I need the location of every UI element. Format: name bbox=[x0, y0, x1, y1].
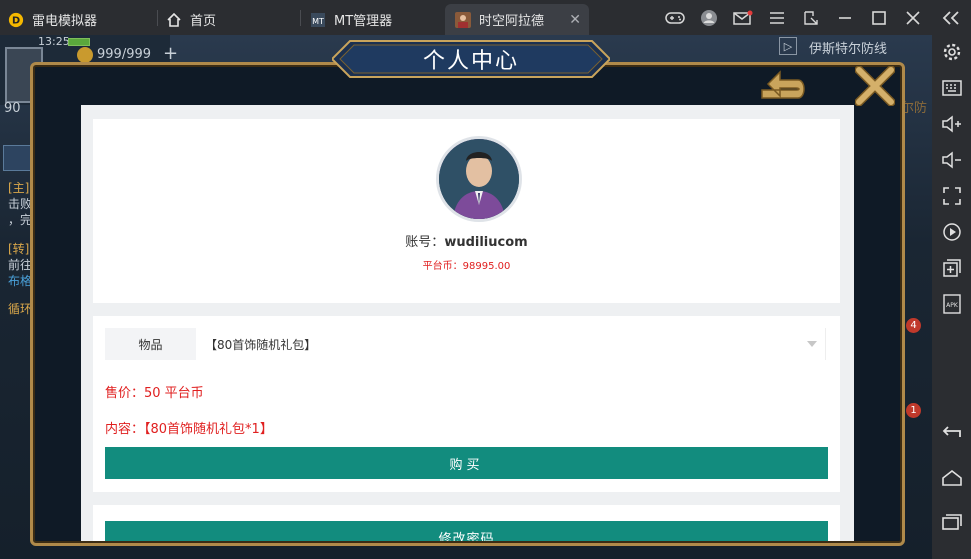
package-content-text: 内容：【80首饰随机礼包*1】 bbox=[105, 422, 273, 437]
close-x-icon bbox=[855, 66, 895, 106]
mt-manager-icon: MT bbox=[310, 12, 326, 28]
android-back-icon[interactable] bbox=[940, 421, 964, 443]
android-recents-icon[interactable] bbox=[940, 511, 964, 533]
item-select[interactable]: 【80首饰随机礼包】 bbox=[197, 328, 826, 360]
collapse-sidebar-icon[interactable] bbox=[940, 7, 962, 29]
tab-divider bbox=[157, 10, 158, 26]
android-home-icon[interactable] bbox=[940, 467, 964, 489]
platform-coin-balance: 平台币：98995.00 bbox=[422, 261, 511, 272]
mail-icon[interactable] bbox=[732, 7, 754, 29]
tab-divider bbox=[300, 10, 301, 26]
keyboard-icon[interactable] bbox=[940, 77, 964, 99]
quest-line: 击败 bbox=[8, 197, 33, 211]
profile-card: 账号：wudiliucom 平台币：98995.00 bbox=[93, 119, 840, 303]
buy-button[interactable]: 购买 bbox=[105, 447, 828, 479]
close-icon[interactable] bbox=[902, 7, 924, 29]
svg-text:D: D bbox=[12, 15, 20, 26]
minimize-icon[interactable] bbox=[834, 7, 856, 29]
account-avatar-icon[interactable] bbox=[698, 7, 720, 29]
account-actions-card: 修改密码 bbox=[93, 505, 840, 541]
quest-line: 布格 bbox=[8, 274, 33, 288]
change-password-button[interactable]: 修改密码 bbox=[105, 521, 828, 541]
tab-label: 时空阿拉德 bbox=[479, 14, 545, 29]
item-field-label: 物品 bbox=[105, 328, 196, 360]
user-avatar bbox=[436, 136, 522, 222]
price-text: 售价：50 平台币 bbox=[105, 386, 204, 401]
account-label: 账号： bbox=[405, 235, 445, 250]
menu-icon[interactable] bbox=[766, 7, 788, 29]
back-arrow-icon bbox=[761, 70, 805, 99]
region-name: 伊斯特尔防线 bbox=[809, 42, 888, 57]
quest-toggle-button[interactable] bbox=[3, 145, 31, 171]
dialog-title: 个人中心 bbox=[422, 49, 519, 74]
volume-down-icon[interactable] bbox=[940, 149, 964, 171]
quest-line: ，完 bbox=[8, 213, 33, 227]
quest-tag-loop: 循环 bbox=[8, 302, 33, 316]
game-icon bbox=[455, 11, 471, 28]
tab-game[interactable]: 时空阿拉德 ✕ bbox=[445, 4, 589, 35]
shrink-icon[interactable] bbox=[800, 7, 822, 29]
close-tab-icon[interactable]: ✕ bbox=[569, 12, 581, 28]
resource-count: 999/999 bbox=[97, 47, 152, 62]
dialog-content: 账号：wudiliucom 平台币：98995.00 物品 【80首饰随机礼包】… bbox=[81, 105, 854, 541]
record-icon[interactable] bbox=[940, 221, 964, 243]
notification-badge: 1 bbox=[906, 403, 921, 418]
maximize-icon[interactable] bbox=[868, 7, 890, 29]
settings-icon[interactable] bbox=[940, 41, 964, 63]
purchase-card: 物品 【80首饰随机礼包】 售价：50 平台币 内容：【80首饰随机礼包*1】 … bbox=[93, 316, 840, 492]
item-select-value: 【80首饰随机礼包】 bbox=[205, 337, 317, 352]
tab-label: 首页 bbox=[190, 14, 217, 29]
account-line: 账号：wudiliucom bbox=[93, 231, 840, 250]
add-resource-button[interactable]: + bbox=[163, 43, 178, 64]
quest-tag-transfer: [转] bbox=[8, 242, 30, 256]
coin-icon bbox=[77, 47, 93, 63]
svg-text:MT: MT bbox=[312, 17, 324, 26]
app-name: 雷电模拟器 bbox=[32, 14, 98, 29]
tab-mt-manager[interactable]: MT MT管理器 ✕ bbox=[310, 4, 466, 35]
level-text: 90 bbox=[4, 101, 21, 116]
ldplayer-logo-icon: D bbox=[8, 12, 24, 28]
expand-region-icon[interactable]: ▷ bbox=[779, 37, 797, 55]
battery-icon bbox=[68, 38, 90, 46]
quest-tag-main: [主] bbox=[8, 181, 30, 195]
tab-label: MT管理器 bbox=[334, 14, 393, 29]
back-button[interactable] bbox=[757, 67, 811, 105]
notification-badge: 4 bbox=[906, 318, 921, 333]
tab-home[interactable]: 首页 bbox=[166, 4, 294, 35]
close-dialog-button[interactable] bbox=[853, 64, 897, 108]
svg-text:APK: APK bbox=[946, 302, 959, 309]
home-icon bbox=[166, 12, 182, 28]
apk-icon[interactable]: APK bbox=[940, 293, 964, 315]
add-window-icon[interactable] bbox=[940, 257, 964, 279]
fullscreen-icon[interactable] bbox=[940, 185, 964, 207]
chevron-down-icon bbox=[807, 341, 817, 347]
emulator-sidebar: APK bbox=[932, 35, 971, 559]
quest-line: 前往 bbox=[8, 258, 33, 272]
app-brand: D 雷电模拟器 bbox=[8, 4, 97, 35]
window-titlebar: D 雷电模拟器 首页 MT MT管理器 ✕ 时空阿拉德 ✕ bbox=[0, 0, 971, 35]
account-name: wudiliucom bbox=[444, 235, 528, 250]
volume-up-icon[interactable] bbox=[940, 113, 964, 135]
gamepad-icon[interactable] bbox=[664, 7, 686, 29]
